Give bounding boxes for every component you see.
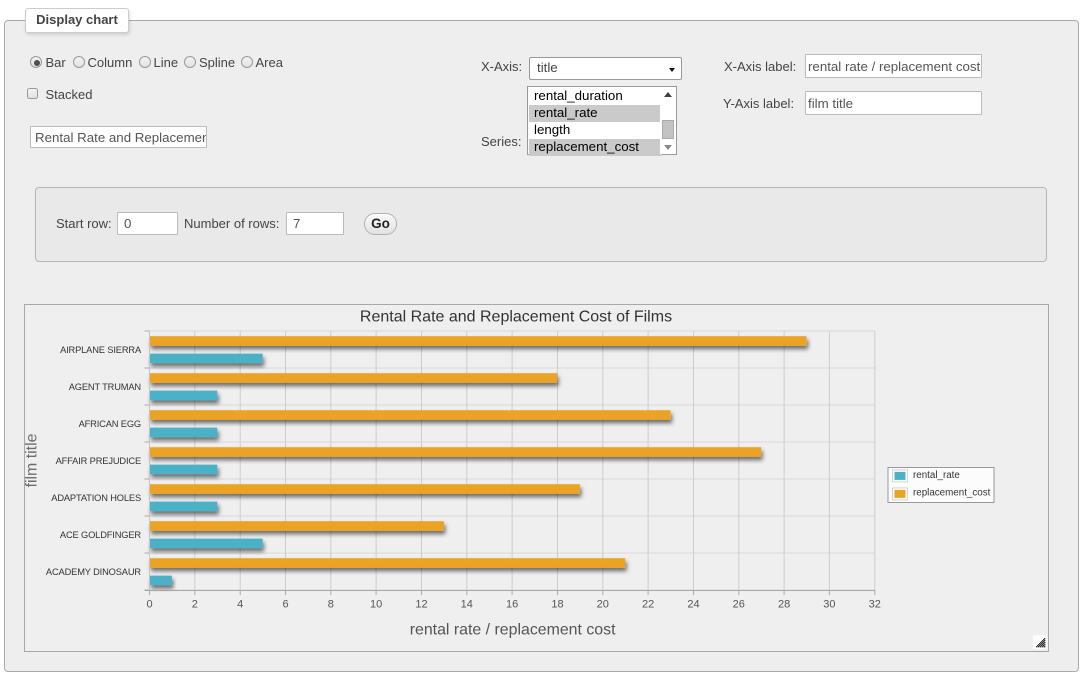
svg-text:24: 24 (687, 599, 699, 611)
svg-text:26: 26 (733, 599, 745, 611)
svg-text:4: 4 (237, 599, 243, 611)
svg-text:AGENT TRUMAN: AGENT TRUMAN (69, 382, 141, 392)
svg-text:14: 14 (461, 599, 473, 611)
svg-text:AFRICAN EGG: AFRICAN EGG (79, 419, 141, 429)
svg-text:28: 28 (778, 599, 790, 611)
svg-text:rental_rate: rental_rate (913, 470, 960, 481)
svg-text:8: 8 (328, 599, 334, 611)
svg-text:6: 6 (282, 599, 288, 611)
svg-text:0: 0 (146, 599, 152, 611)
svg-text:AFFAIR PREJUDICE: AFFAIR PREJUDICE (56, 456, 141, 466)
svg-text:18: 18 (551, 599, 563, 611)
svg-text:30: 30 (823, 599, 835, 611)
svg-text:film title: film title (25, 433, 41, 487)
svg-text:16: 16 (506, 599, 518, 611)
svg-text:ADAPTATION HOLES: ADAPTATION HOLES (51, 493, 141, 503)
svg-text:20: 20 (597, 599, 609, 611)
svg-text:ACE GOLDFINGER: ACE GOLDFINGER (60, 530, 142, 540)
svg-text:12: 12 (415, 599, 427, 611)
svg-text:AIRPLANE SIERRA: AIRPLANE SIERRA (60, 345, 142, 355)
svg-text:ACADEMY DINOSAUR: ACADEMY DINOSAUR (46, 567, 141, 577)
svg-text:replacement_cost: replacement_cost (913, 487, 991, 498)
svg-text:32: 32 (869, 599, 881, 611)
svg-text:2: 2 (192, 599, 198, 611)
svg-text:rental rate / replacement cost: rental rate / replacement cost (410, 622, 616, 639)
svg-text:22: 22 (642, 599, 654, 611)
svg-text:Rental Rate and Replacement Co: Rental Rate and Replacement Cost of Film… (360, 309, 672, 326)
svg-text:10: 10 (370, 599, 382, 611)
